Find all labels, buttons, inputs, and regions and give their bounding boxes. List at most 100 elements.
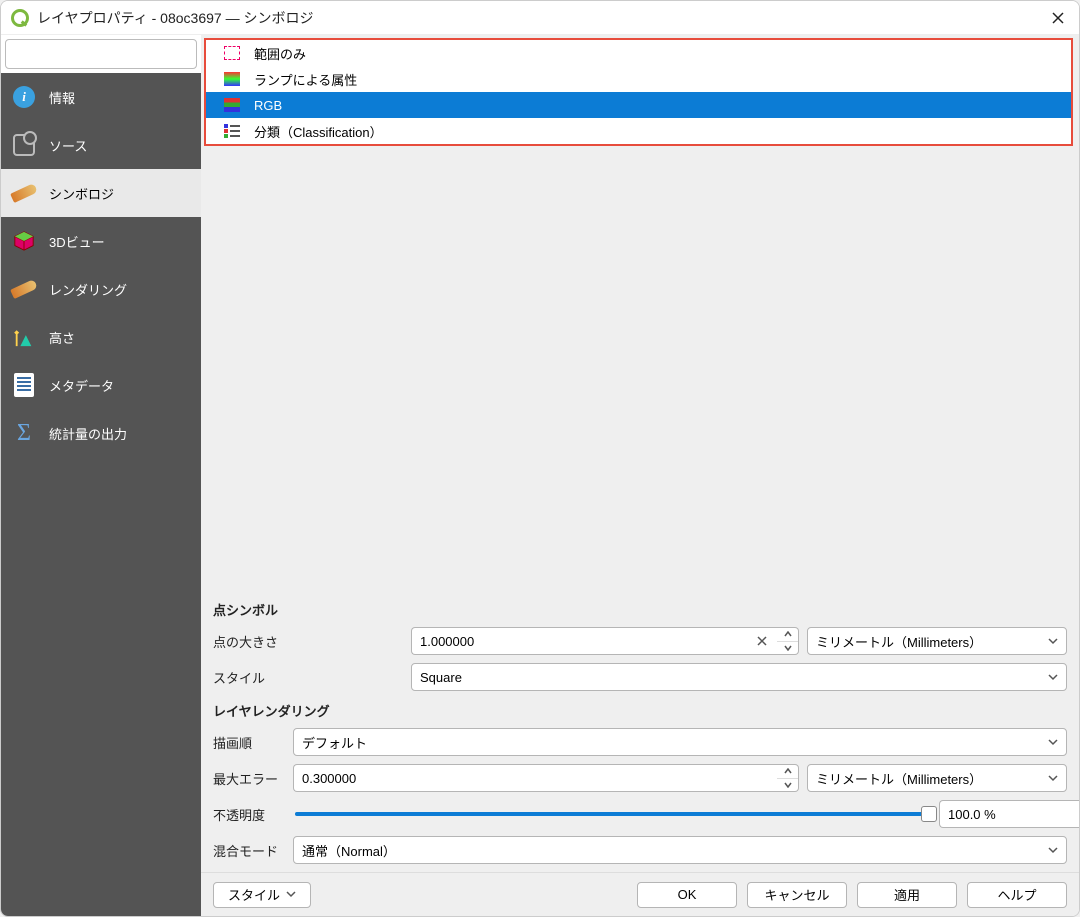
document-icon xyxy=(11,372,37,398)
sidebar-item-rendering[interactable]: レンダリング xyxy=(1,265,201,313)
brush-icon xyxy=(11,180,37,206)
spin-down[interactable] xyxy=(777,779,798,792)
sidebar-item-elevation[interactable]: 高さ xyxy=(1,313,201,361)
left-column: i 情報 ソース シンボロジ 3Dビュー xyxy=(1,35,201,916)
opacity-input[interactable] xyxy=(948,807,1080,822)
close-icon xyxy=(1051,11,1065,25)
spacer xyxy=(201,146,1079,582)
button-label: ヘルプ xyxy=(997,885,1036,904)
form-area: 点シンボル 点の大きさ xyxy=(201,582,1079,872)
cancel-button[interactable]: キャンセル xyxy=(747,882,847,908)
chevron-down-icon xyxy=(1048,636,1058,646)
button-label: 適用 xyxy=(894,885,920,904)
sidebar-item-label: メタデータ xyxy=(49,376,114,395)
sidebar-item-3dview[interactable]: 3Dビュー xyxy=(1,217,201,265)
layer-rendering-heading: レイヤレンダリング xyxy=(213,701,1067,720)
style-menu-button[interactable]: スタイル xyxy=(213,882,311,908)
max-error-spin xyxy=(293,764,799,792)
close-button[interactable] xyxy=(1047,7,1069,29)
render-type-label: RGB xyxy=(254,98,282,113)
point-style-label: スタイル xyxy=(213,668,403,687)
cube-icon xyxy=(11,228,37,254)
extent-only-icon xyxy=(224,46,240,60)
opacity-row: 不透明度 xyxy=(213,800,1067,828)
combo-value: ミリメートル（Millimeters） xyxy=(816,769,982,788)
sidebar-item-label: 統計量の出力 xyxy=(49,424,127,443)
draw-order-row: 描画順 デフォルト xyxy=(213,728,1067,756)
combo-value: デフォルト xyxy=(302,733,367,752)
render-type-rgb[interactable]: RGB xyxy=(206,92,1071,118)
sidebar-item-statistics[interactable]: Σ 統計量の出力 xyxy=(1,409,201,457)
sidebar-item-label: 3Dビュー xyxy=(49,232,105,251)
right-column: 範囲のみ ランプによる属性 RGB 分類（Classification） 点シン… xyxy=(201,35,1079,916)
max-error-label: 最大エラー xyxy=(213,769,285,788)
draw-order-combo[interactable]: デフォルト xyxy=(293,728,1067,756)
button-label: OK xyxy=(678,887,697,902)
combo-value: 通常（Normal） xyxy=(302,841,396,860)
combo-value: ミリメートル（Millimeters） xyxy=(816,632,982,651)
render-type-list[interactable]: 範囲のみ ランプによる属性 RGB 分類（Classification） xyxy=(204,38,1073,146)
point-size-unit-combo[interactable]: ミリメートル（Millimeters） xyxy=(807,627,1067,655)
render-type-classification[interactable]: 分類（Classification） xyxy=(206,118,1071,144)
sidebar-item-source[interactable]: ソース xyxy=(1,121,201,169)
button-label: スタイル xyxy=(228,885,280,904)
chevron-down-icon xyxy=(1048,773,1058,783)
sidebar-item-label: シンボロジ xyxy=(49,184,114,203)
dialog-body: i 情報 ソース シンボロジ 3Dビュー xyxy=(1,35,1079,916)
sidebar-item-info[interactable]: i 情報 xyxy=(1,73,201,121)
app-icon xyxy=(11,9,29,27)
point-size-spin xyxy=(411,627,799,655)
max-error-unit-combo[interactable]: ミリメートル（Millimeters） xyxy=(807,764,1067,792)
max-error-input[interactable] xyxy=(302,771,769,786)
sidebar-list: i 情報 ソース シンボロジ 3Dビュー xyxy=(1,73,201,916)
point-symbol-heading: 点シンボル xyxy=(213,600,1067,619)
blend-mode-row: 混合モード 通常（Normal） xyxy=(213,836,1067,864)
sidebar-item-label: 高さ xyxy=(49,328,75,347)
chevron-down-icon xyxy=(1048,737,1058,747)
chevron-down-icon xyxy=(1048,845,1058,855)
point-size-spinner[interactable] xyxy=(777,627,799,655)
clear-button[interactable] xyxy=(755,634,769,648)
render-type-extent-only[interactable]: 範囲のみ xyxy=(206,40,1071,66)
dialog-window: レイヤプロパティ - 08oc3697 — シンボロジ i 情報 ソース xyxy=(0,0,1080,917)
slider-thumb[interactable] xyxy=(921,806,937,822)
wrench-icon xyxy=(11,132,37,158)
help-button[interactable]: ヘルプ xyxy=(967,882,1067,908)
chevron-down-icon xyxy=(1048,672,1058,682)
sidebar-item-symbology[interactable]: シンボロジ xyxy=(1,169,201,217)
titlebar: レイヤプロパティ - 08oc3697 — シンボロジ xyxy=(1,1,1079,35)
point-style-combo[interactable]: Square xyxy=(411,663,1067,691)
render-type-label: ランプによる属性 xyxy=(254,70,357,89)
sigma-icon: Σ xyxy=(11,420,37,446)
sidebar-item-label: レンダリング xyxy=(49,280,127,299)
spin-up[interactable] xyxy=(777,765,798,779)
apply-button[interactable]: 適用 xyxy=(857,882,957,908)
search-field[interactable] xyxy=(5,39,197,69)
draw-order-label: 描画順 xyxy=(213,733,285,752)
info-icon: i xyxy=(11,84,37,110)
point-size-row: 点の大きさ ミリメート xyxy=(213,627,1067,655)
render-type-attribute-ramp[interactable]: ランプによる属性 xyxy=(206,66,1071,92)
opacity-label: 不透明度 xyxy=(213,805,285,824)
sidebar-item-metadata[interactable]: メタデータ xyxy=(1,361,201,409)
blend-mode-label: 混合モード xyxy=(213,841,285,860)
window-title: レイヤプロパティ - 08oc3697 — シンボロジ xyxy=(37,8,1047,28)
ok-button[interactable]: OK xyxy=(637,882,737,908)
spin-up[interactable] xyxy=(777,628,798,642)
point-size-input[interactable] xyxy=(420,634,755,649)
opacity-spin xyxy=(939,800,1067,828)
max-error-spinner[interactable] xyxy=(777,764,799,792)
button-label: キャンセル xyxy=(764,885,829,904)
opacity-slider[interactable] xyxy=(295,806,929,822)
combo-value: Square xyxy=(420,670,462,685)
max-error-row: 最大エラー ミリメートル（Millimeters） xyxy=(213,764,1067,792)
chevron-down-icon xyxy=(286,887,296,902)
search-input[interactable] xyxy=(18,47,194,62)
render-type-label: 分類（Classification） xyxy=(254,122,383,141)
rgb-icon xyxy=(224,98,240,112)
blend-mode-combo[interactable]: 通常（Normal） xyxy=(293,836,1067,864)
ramp-icon xyxy=(224,72,240,86)
spin-down[interactable] xyxy=(777,642,798,655)
sidebar-item-label: ソース xyxy=(49,136,87,155)
point-style-row: スタイル Square xyxy=(213,663,1067,691)
